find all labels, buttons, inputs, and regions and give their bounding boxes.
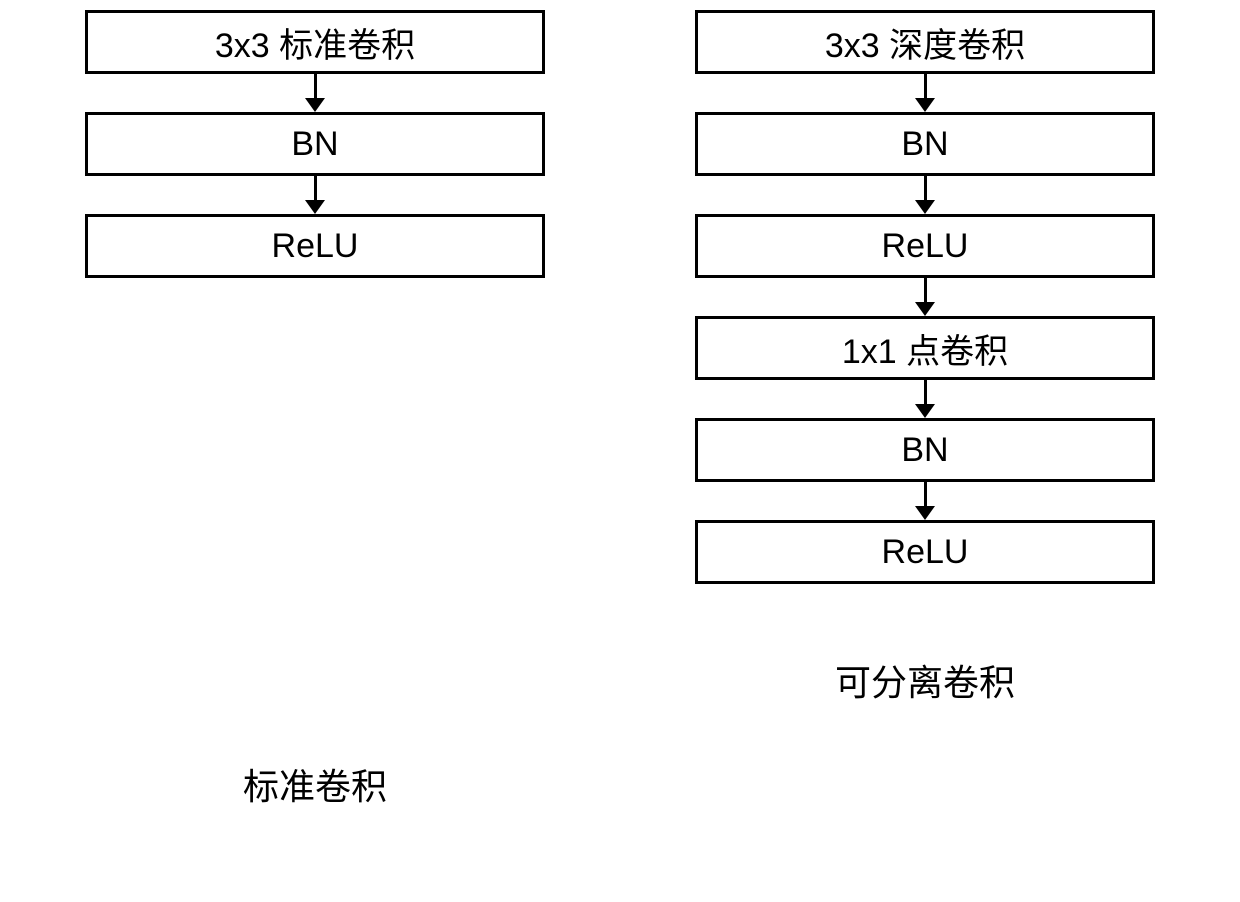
separable-conv-box-0: 3x3 深度卷积 [695,10,1155,74]
arrow-icon [924,380,927,418]
standard-conv-box-2: ReLU [85,214,545,278]
box-label: ReLU [882,533,969,572]
box-label: 3x3 深度卷积 [825,18,1025,67]
box-label: ReLU [882,227,969,266]
standard-conv-caption: 标准卷积 [243,758,387,810]
arrow-icon [924,278,927,316]
box-label: 1x1 点卷积 [842,324,1008,373]
separable-conv-box-3: 1x1 点卷积 [695,316,1155,380]
arrow-icon [314,74,317,112]
arrow-icon [924,482,927,520]
separable-conv-column: 3x3 深度卷积 BN ReLU 1x1 点卷积 BN [680,10,1170,810]
separable-conv-box-2: ReLU [695,214,1155,278]
box-label: BN [291,125,338,164]
box-label: 3x3 标准卷积 [215,18,415,67]
box-label: BN [901,431,948,470]
box-label: ReLU [272,227,359,266]
arrow-icon [314,176,317,214]
box-label: BN [901,125,948,164]
separable-conv-caption: 可分离卷积 [835,654,1015,706]
separable-conv-box-5: ReLU [695,520,1155,584]
arrow-icon [924,176,927,214]
arrow-icon [924,74,927,112]
standard-conv-box-0: 3x3 标准卷积 [85,10,545,74]
standard-conv-column: 3x3 标准卷积 BN ReLU 标准卷积 [70,10,560,810]
standard-conv-box-1: BN [85,112,545,176]
diagram-container: 3x3 标准卷积 BN ReLU 标准卷积 3x3 深度卷积 BN [0,0,1240,810]
separable-conv-box-4: BN [695,418,1155,482]
separable-conv-box-1: BN [695,112,1155,176]
